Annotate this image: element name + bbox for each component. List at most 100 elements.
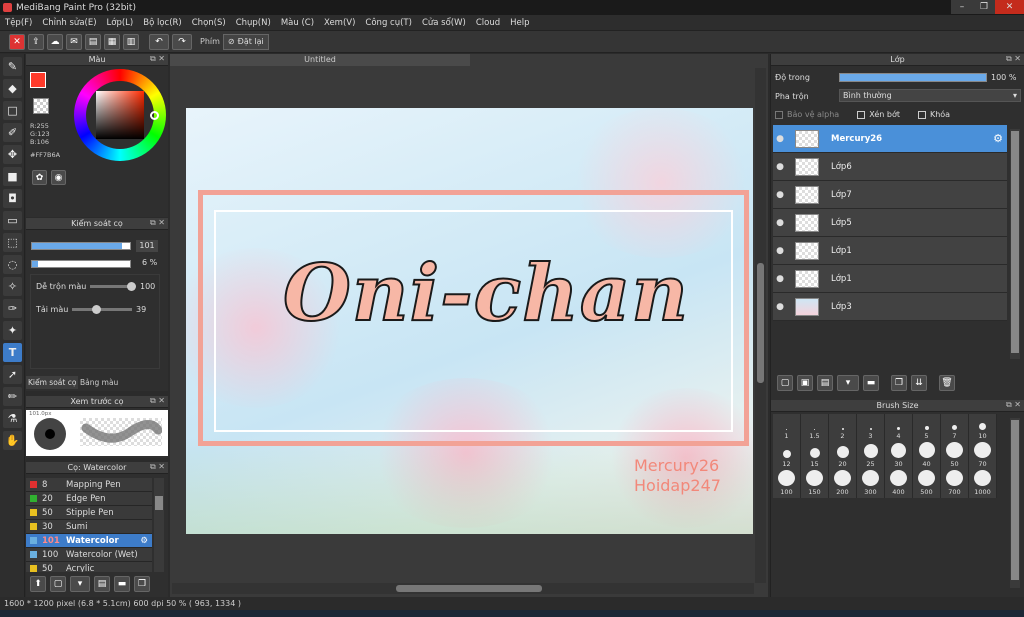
saturation-square[interactable] (96, 91, 144, 139)
color-history-icon[interactable]: ◉ (51, 170, 66, 185)
brush-size-option[interactable]: 1 (773, 414, 801, 442)
panel-options-icon[interactable]: ⧉ ✕ (150, 462, 165, 472)
blend-slider[interactable] (90, 282, 136, 291)
select-pen-tool-icon[interactable]: ✑ (3, 299, 22, 318)
menu-tools[interactable]: Công cụ(T) (360, 18, 417, 28)
panel-options-icon[interactable]: ⧉ ✕ (150, 54, 165, 64)
menu-help[interactable]: Help (505, 18, 534, 28)
brush-size-option[interactable]: 40 (913, 442, 941, 470)
gradient-tool-icon[interactable]: ▭ (3, 211, 22, 230)
close-doc-icon[interactable]: ✕ (9, 33, 25, 50)
gear-icon[interactable]: ⚙ (140, 536, 148, 546)
pen-tool-icon[interactable]: ✐ (3, 123, 22, 142)
layer-opacity-slider[interactable] (839, 73, 987, 82)
eye-icon[interactable]: ● (773, 162, 787, 172)
brush-item[interactable]: 50 Stipple Pen (26, 506, 152, 520)
ink-slider[interactable] (72, 305, 132, 314)
brush-size-option[interactable]: 100 (773, 470, 801, 498)
sub-color-swatch[interactable] (33, 98, 49, 114)
lasso-tool-icon[interactable]: ◌ (3, 255, 22, 274)
brush-size-scrollbar[interactable] (1010, 418, 1020, 588)
brush-size-value[interactable]: 101 (136, 240, 158, 252)
color-wheel[interactable] (74, 69, 166, 161)
lock-checkbox[interactable] (917, 110, 926, 119)
minimize-button[interactable]: – (951, 0, 973, 14)
new-brush-icon[interactable]: ▢ (50, 576, 66, 592)
brush-size-option[interactable]: 300 (857, 470, 885, 498)
brush-size-option[interactable]: 70 (969, 442, 997, 470)
comment-icon[interactable]: ✉ (66, 33, 82, 50)
document-tab[interactable]: Untitled (170, 54, 470, 66)
brush-size-option[interactable]: 500 (913, 470, 941, 498)
brush-size-option[interactable]: 3 (857, 414, 885, 442)
protect-alpha-checkbox[interactable] (775, 110, 783, 119)
brush-size-option[interactable]: 2 (829, 414, 857, 442)
brush-size-option[interactable]: 30 (885, 442, 913, 470)
duplicate-layer-icon[interactable]: ❐ (891, 375, 907, 391)
brush-item[interactable]: 30 Sumi (26, 520, 152, 534)
gear-icon[interactable]: ⚙ (993, 132, 1003, 145)
layer-scrollbar[interactable] (1010, 129, 1020, 359)
palette-icon[interactable]: ✿ (32, 170, 47, 185)
eye-icon[interactable]: ● (773, 218, 787, 228)
menu-view[interactable]: Xem(V) (319, 18, 360, 28)
bucket-tool-icon[interactable]: ◘ (3, 189, 22, 208)
brush-size-option[interactable]: 25 (857, 442, 885, 470)
hand-tool-icon[interactable]: ✋ (3, 431, 22, 450)
panel-options-icon[interactable]: ⧉ ✕ (150, 396, 165, 406)
layer-item[interactable]: ● Lớp5 (773, 209, 1007, 237)
eraser-tool-icon[interactable]: ◆ (3, 79, 22, 98)
eye-icon[interactable]: ● (773, 246, 787, 256)
menu-select[interactable]: Chọn(S) (187, 18, 231, 28)
fill-rect-tool-icon[interactable]: ■ (3, 167, 22, 186)
menu-edit[interactable]: Chỉnh sửa(E) (37, 18, 101, 28)
clip-checkbox[interactable] (857, 110, 866, 119)
menu-window[interactable]: Cửa sổ(W) (417, 18, 471, 28)
export-icon[interactable]: ⇪ (28, 33, 44, 50)
undo-icon[interactable]: ↶ (149, 33, 169, 50)
eyedropper-tool-icon[interactable]: ⚗ (3, 409, 22, 428)
brush-size-option[interactable]: 15 (801, 442, 829, 470)
brush-menu-icon[interactable]: ▾ (70, 576, 90, 592)
canvas-hscrollbar[interactable] (172, 583, 754, 594)
panel-icon[interactable]: ▥ (123, 33, 139, 50)
close-button[interactable]: ✕ (995, 0, 1024, 14)
brush-opacity-slider[interactable] (31, 260, 131, 268)
move-tool-icon[interactable]: ✥ (3, 145, 22, 164)
brush-size-option[interactable]: 7 (941, 414, 969, 442)
select-rect-tool-icon[interactable]: ⬚ (3, 233, 22, 252)
menu-layer[interactable]: Lớp(L) (102, 18, 139, 28)
magic-wand-tool-icon[interactable]: ✧ (3, 277, 22, 296)
menu-color[interactable]: Màu (C) (276, 18, 319, 28)
brush-item[interactable]: 20 Edge Pen (26, 492, 152, 506)
brush-size-option[interactable]: 12 (773, 442, 801, 470)
layer-menu-icon[interactable]: ▾ (837, 375, 859, 391)
panel-options-icon[interactable]: ⧉ ✕ (1006, 400, 1021, 410)
eye-icon[interactable]: ● (773, 134, 787, 144)
brush-size-option[interactable]: 400 (885, 470, 913, 498)
cloud-icon[interactable]: ☁ (47, 33, 63, 50)
panel-options-icon[interactable]: ⧉ ✕ (150, 218, 165, 228)
eye-icon[interactable]: ● (773, 302, 787, 312)
copy-brush-icon[interactable]: ▤ (94, 576, 110, 592)
layer-item[interactable]: ● Lớp1 (773, 237, 1007, 265)
brush-size-option[interactable]: 1000 (969, 470, 997, 498)
brush-item[interactable]: 50 Acrylic (26, 562, 152, 572)
rect-tool-icon[interactable]: □ (3, 101, 22, 120)
page-icon[interactable]: ▤ (85, 33, 101, 50)
tab-palette[interactable]: Bảng màu (78, 376, 120, 389)
brush-size-option[interactable]: 10 (969, 414, 997, 442)
brush-size-slider[interactable] (31, 242, 131, 250)
brush-size-option[interactable]: 5 (913, 414, 941, 442)
redo-icon[interactable]: ↷ (172, 33, 192, 50)
artwork-canvas[interactable]: Oni-chan Mercury26 Hoidap247 (186, 108, 753, 534)
add-brush-icon[interactable]: ⬆ (30, 576, 46, 592)
layer-item[interactable]: ● Lớp1 (773, 265, 1007, 293)
menu-cloud[interactable]: Cloud (471, 18, 505, 28)
eye-icon[interactable]: ● (773, 190, 787, 200)
merge-layer-icon[interactable]: ⇊ (911, 375, 927, 391)
brush-item-selected[interactable]: 101 Watercolor ⚙ (26, 534, 152, 548)
delete-layer-icon[interactable]: 🗑 (939, 375, 955, 391)
new-8bit-layer-icon[interactable]: ▤ (817, 375, 833, 391)
panel-options-icon[interactable]: ⧉ ✕ (1006, 54, 1021, 64)
